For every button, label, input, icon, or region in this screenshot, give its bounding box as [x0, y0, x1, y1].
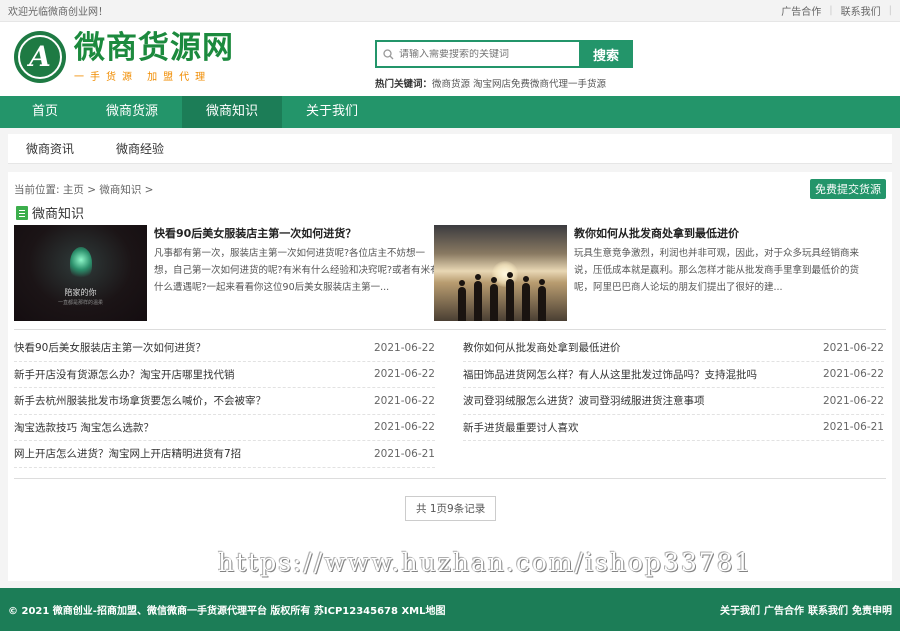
list-item[interactable]: 新手进货最重要讨人喜欢 2021-06-21 [463, 415, 884, 441]
submit-supply-button[interactable]: 免费提交货源 [810, 179, 886, 199]
divider [14, 478, 886, 479]
site-name: 微商货源网 [74, 30, 234, 66]
search-button[interactable]: 搜索 [579, 40, 633, 68]
logo-text: 微商货源网 一手货源 加盟代理 [74, 30, 234, 83]
divider [14, 329, 886, 330]
hot-keywords-links[interactable]: 微商货源 淘宝网店免费微商代理一手货源 [432, 79, 606, 90]
featured-thumbnail[interactable]: 陪家的你 一直都是那样的温柔 [14, 225, 147, 321]
pagination-info: 共 1页9条记录 [405, 496, 497, 521]
featured-description: 玩具生意竞争激烈，利润也并非可观，因此，对于众多玩具经销商来说，压低成本就是赢利… [574, 248, 860, 293]
nav-item-knowledge[interactable]: 微商知识 [182, 96, 283, 128]
featured-article: 教你如何从批发商处拿到最低进价 玩具生意竞争激烈，利润也并非可观，因此，对于众多… [434, 225, 866, 321]
search-input[interactable] [399, 48, 569, 60]
article-title[interactable]: 网上开店怎么进货？淘宝网上开店精明进货有7招 [14, 446, 241, 461]
article-list-right: 教你如何从批发商处拿到最低进价 2021-06-22 福田饰品进货网怎么样？有人从… [463, 335, 884, 441]
footer-link-about[interactable]: 关于我们 [720, 602, 760, 617]
document-icon [16, 205, 28, 220]
separator: | [888, 5, 892, 16]
article-date: 2021-06-22 [373, 394, 435, 407]
list-item[interactable]: 新手开店没有货源怎么办？淘宝开店哪里找代销 2021-06-22 [14, 362, 435, 388]
featured-thumbnail[interactable] [434, 225, 567, 321]
nav-item-about[interactable]: 关于我们 [282, 96, 382, 128]
article-date: 2021-06-22 [822, 368, 884, 381]
list-item[interactable]: 福田饰品进货网怎么样？有人从这里批发过饰品吗？支持混批吗 2021-06-22 [463, 362, 884, 388]
top-links: 广告合作 | 联系我们 | [781, 3, 892, 18]
article-title[interactable]: 淘宝选款技巧 淘宝怎么选款？ [14, 420, 154, 435]
subnav-item-news[interactable]: 微商资讯 [14, 140, 86, 157]
article-title[interactable]: 波司登羽绒服怎么进货？波司登羽绒服进货注意事项 [463, 393, 705, 408]
footer-links: 关于我们 广告合作 联系我们 免责申明 [720, 602, 892, 617]
footer-link-contact[interactable]: 联系我们 [808, 602, 848, 617]
search-bar: 搜索 [375, 40, 633, 68]
featured-title[interactable]: 快看90后美女服装店主第一次如何进货？ [154, 227, 356, 240]
list-item[interactable]: 教你如何从批发商处拿到最低进价 2021-06-22 [463, 335, 884, 362]
header: A 微商货源网 一手货源 加盟代理 搜索 热门关键词：微商货源 淘宝网店免费微商… [0, 22, 900, 96]
contact-us-link[interactable]: 联系我们 [841, 3, 881, 18]
article-title[interactable]: 福田饰品进货网怎么样？有人从这里批发过饰品吗？支持混批吗 [463, 367, 757, 382]
separator: | [829, 5, 833, 16]
footer-link-ad[interactable]: 广告合作 [764, 602, 804, 617]
main-nav: 首页 微商货源 微商知识 关于我们 [0, 96, 900, 128]
list-item[interactable]: 新手去杭州服装批发市场拿货要怎么喊价，不会被宰？ 2021-06-22 [14, 388, 435, 415]
site-logo[interactable]: A 微商货源网 一手货源 加盟代理 [14, 30, 234, 83]
article-date: 2021-06-21 [822, 421, 884, 434]
featured-article: 陪家的你 一直都是那样的温柔 快看90后美女服装店主第一次如何进货？ 凡事都有第… [14, 225, 446, 321]
article-date: 2021-06-22 [373, 341, 435, 354]
article-date: 2021-06-22 [822, 394, 884, 407]
hot-keywords: 热门关键词：微商货源 淘宝网店免费微商代理一手货源 [375, 76, 606, 90]
thumbnail-subcaption: 一直都是那样的温柔 [57, 300, 103, 306]
footer-copyright: © 2021 微商创业-招商加盟、微信微商一手货源代理平台 版权所有 苏ICP1… [8, 606, 446, 617]
footer-link-disclaimer[interactable]: 免责申明 [852, 602, 892, 617]
featured-title[interactable]: 教你如何从批发商处拿到最低进价 [574, 227, 739, 240]
article-list-left: 快看90后美女服装店主第一次如何进货？ 2021-06-22 新手开店没有货源怎么… [14, 335, 435, 468]
nav-item-supply[interactable]: 微商货源 [82, 96, 182, 128]
subnav-item-experience[interactable]: 微商经验 [104, 140, 176, 157]
main-content: 当前位置: 主页 > 微商知识 > 免费提交货源 微商知识 陪家的你 一直都是那… [8, 172, 892, 581]
article-date: 2021-06-21 [373, 447, 435, 460]
featured-description: 凡事都有第一次，服装店主第一次如何进货呢?各位店主不妨想一想，自己第一次如何进货… [154, 248, 440, 293]
section-title-text: 微商知识 [32, 207, 85, 222]
article-date: 2021-06-22 [373, 368, 435, 381]
welcome-text: 欢迎光临微商创业网！ [8, 7, 108, 18]
article-title[interactable]: 新手进货最重要讨人喜欢 [463, 420, 579, 435]
breadcrumb[interactable]: 当前位置: 主页 > 微商知识 > [14, 182, 153, 197]
thumbnail-caption: 陪家的你 [64, 288, 97, 297]
site-slogan: 一手货源 加盟代理 [74, 72, 212, 83]
list-item[interactable]: 网上开店怎么进货？淘宝网上开店精明进货有7招 2021-06-21 [14, 441, 435, 468]
search-icon [383, 48, 394, 59]
article-title[interactable]: 新手开店没有货源怎么办？淘宝开店哪里找代销 [14, 367, 235, 382]
list-item[interactable]: 波司登羽绒服怎么进货？波司登羽绒服进货注意事项 2021-06-22 [463, 388, 884, 415]
watermark-text: https://www.huzhan.com/ishop33781 [218, 548, 753, 577]
top-bar: 欢迎光临微商创业网！ 广告合作 | 联系我们 | [0, 0, 900, 22]
article-date: 2021-06-22 [822, 341, 884, 354]
nav-item-home[interactable]: 首页 [8, 96, 82, 128]
footer: © 2021 微商创业-招商加盟、微信微商一手货源代理平台 版权所有 苏ICP1… [0, 588, 900, 631]
section-title: 微商知识 [16, 203, 84, 222]
ad-cooperation-link[interactable]: 广告合作 [781, 3, 821, 18]
article-title[interactable]: 快看90后美女服装店主第一次如何进货？ [14, 340, 206, 355]
article-title[interactable]: 教你如何从批发商处拿到最低进价 [463, 340, 621, 355]
list-item[interactable]: 淘宝选款技巧 淘宝怎么选款？ 2021-06-22 [14, 415, 435, 441]
sub-nav: 微商资讯 微商经验 [8, 134, 892, 164]
article-title[interactable]: 新手去杭州服装批发市场拿货要怎么喊价，不会被宰？ [14, 393, 266, 408]
article-date: 2021-06-22 [373, 421, 435, 434]
search-box [375, 40, 579, 68]
list-item[interactable]: 快看90后美女服装店主第一次如何进货？ 2021-06-22 [14, 335, 435, 362]
hot-keywords-label: 热门关键词： [375, 79, 433, 90]
logo-badge-icon: A [14, 30, 66, 83]
